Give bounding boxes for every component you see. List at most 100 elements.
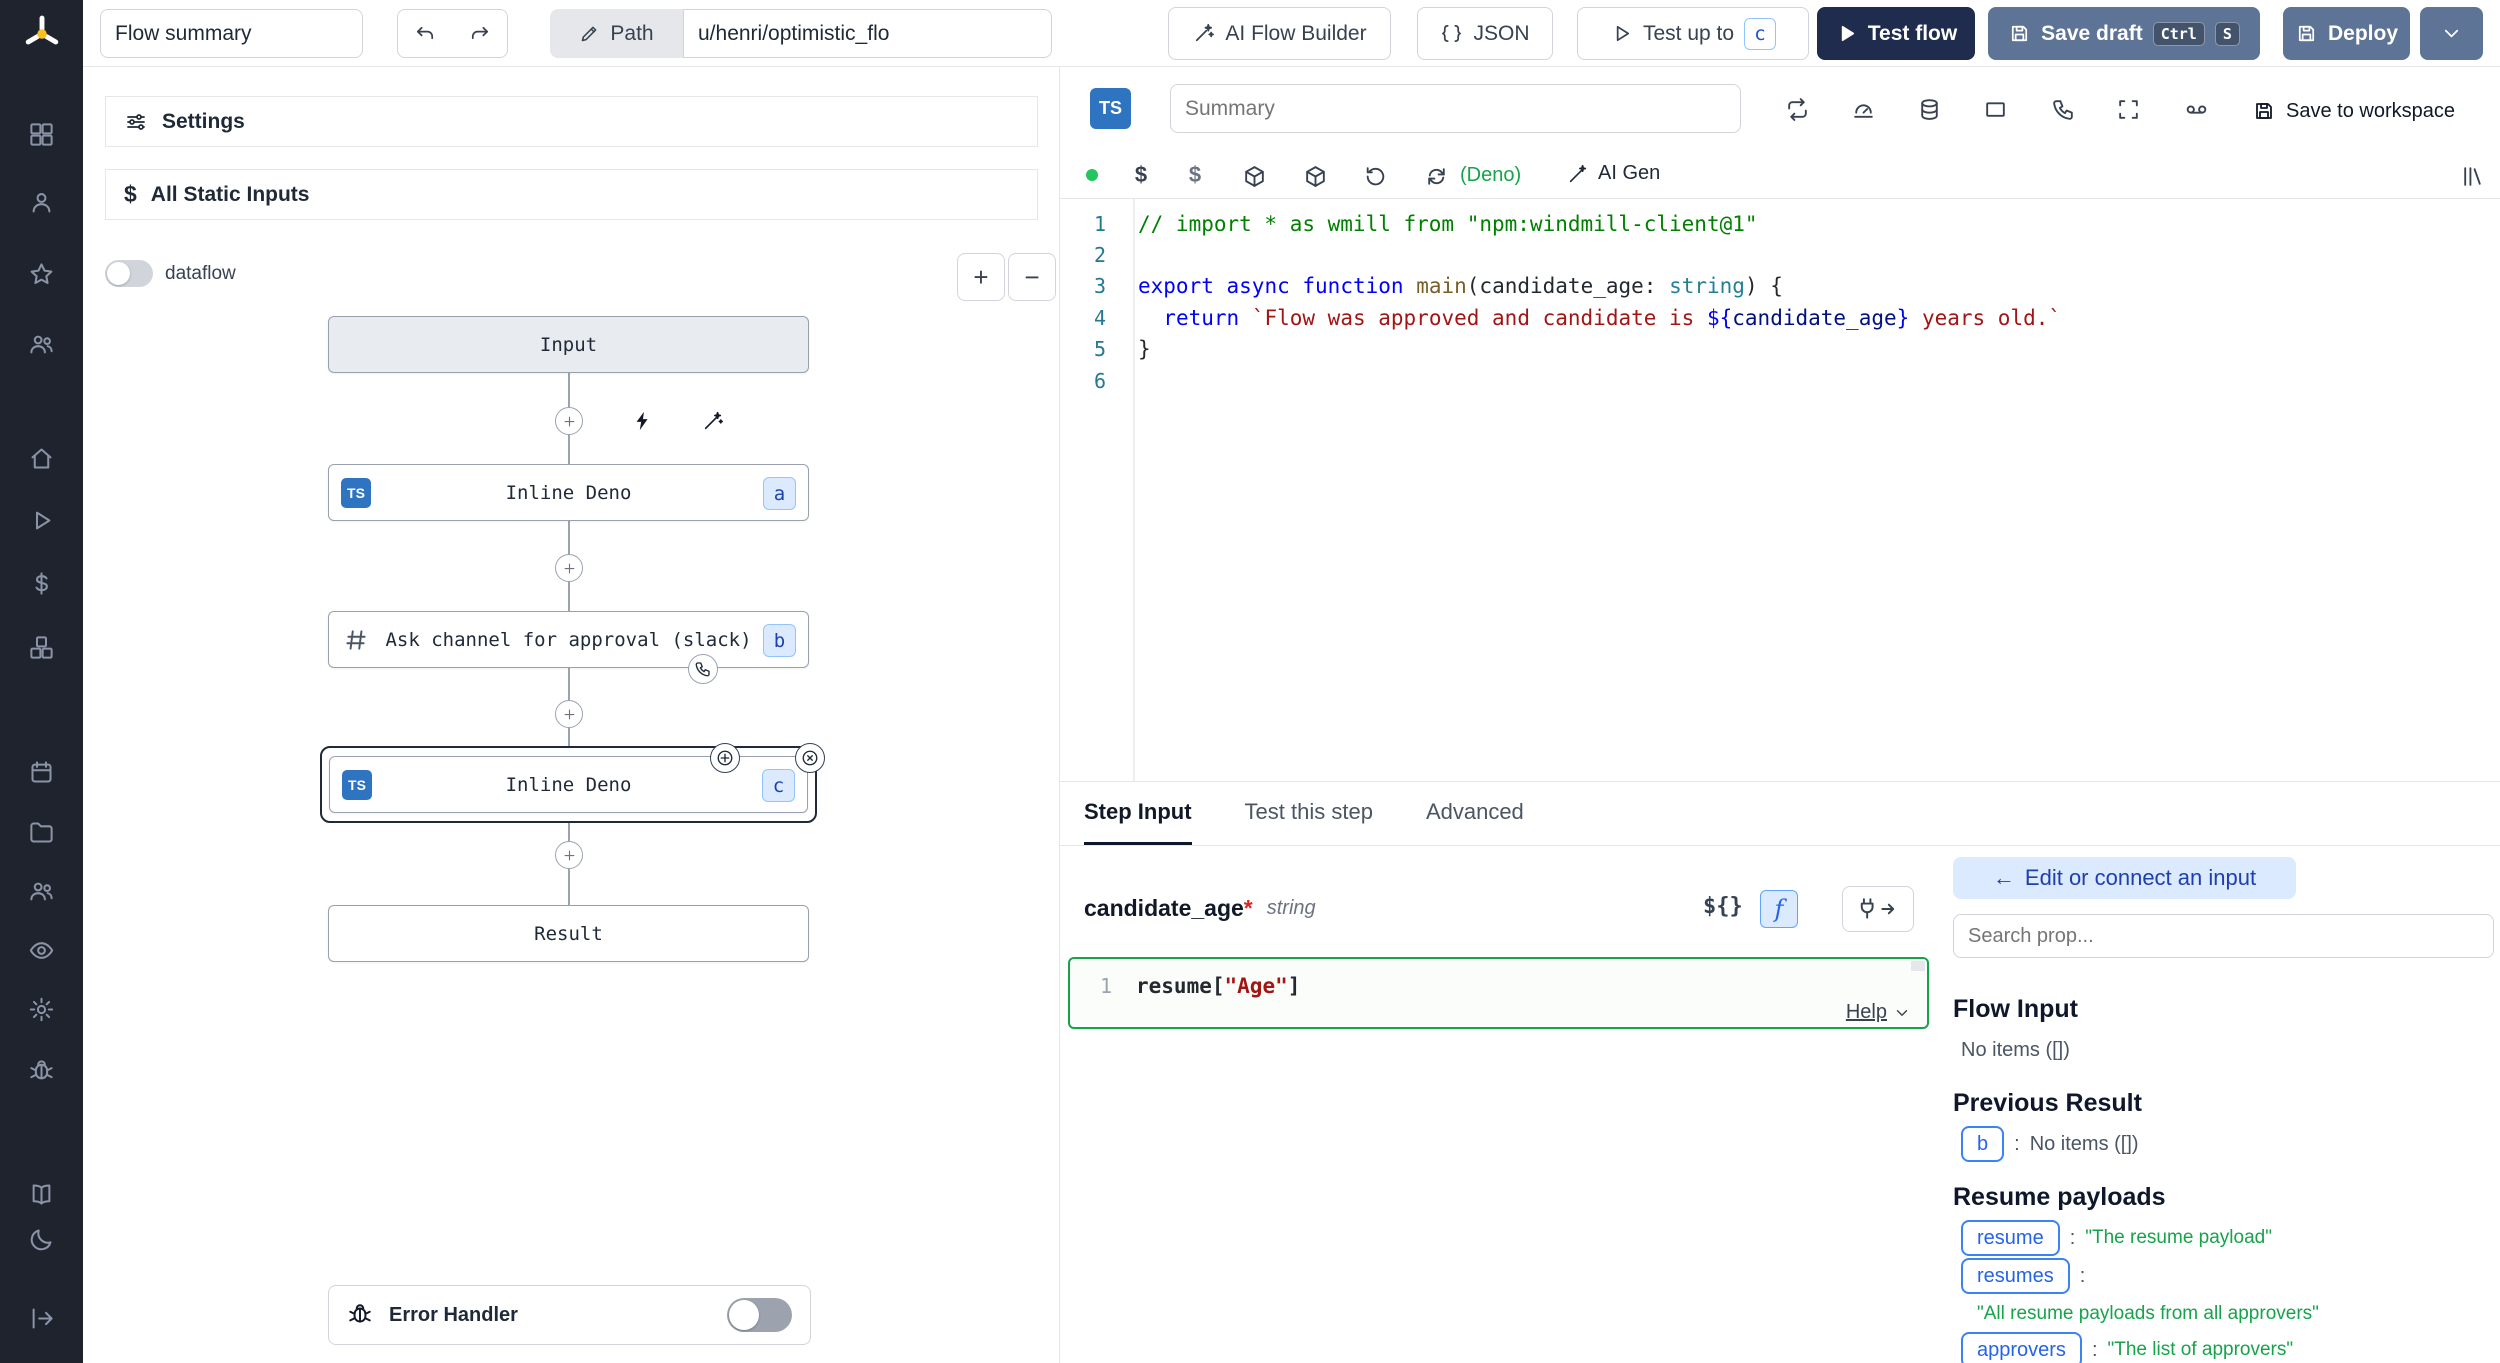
code-line: 6	[1060, 365, 2500, 396]
rectangle-icon[interactable]	[1981, 95, 2009, 123]
input-node-label: Input	[329, 317, 808, 372]
flow-summary-input[interactable]	[100, 9, 363, 58]
package-icon[interactable]	[1240, 162, 1268, 190]
home-icon[interactable]	[0, 436, 83, 480]
step-summary-input[interactable]	[1170, 84, 1741, 133]
code-editor[interactable]: 1// import * as wmill from "npm:windmill…	[1060, 199, 2500, 781]
library-icon[interactable]	[2458, 162, 2486, 190]
colon: :	[2092, 1339, 2098, 1362]
input-node[interactable]: Input	[328, 316, 809, 373]
zoom-out-button[interactable]: −	[1008, 253, 1056, 301]
flow-settings-row[interactable]: Settings	[105, 96, 1038, 147]
dollar-icon[interactable]: $	[1181, 161, 1209, 189]
windmill-logo-icon[interactable]	[0, 10, 83, 58]
dark-mode-moon-icon[interactable]	[0, 1217, 83, 1261]
all-static-inputs-row[interactable]: $ All Static Inputs	[105, 169, 1038, 220]
assign-dollar-icon[interactable]: $	[1127, 161, 1155, 189]
gauge-icon[interactable]	[1849, 95, 1877, 123]
resumes-description: "All resume payloads from all approvers"	[1977, 1303, 2319, 1325]
test-flow-button[interactable]: Test flow	[1817, 7, 1975, 60]
folders-icon[interactable]	[0, 810, 83, 854]
edit-or-connect-button[interactable]: ← Edit or connect an input	[1953, 857, 2296, 899]
resources-blocks-icon[interactable]	[0, 625, 83, 669]
function-mode-button[interactable]: f	[1760, 890, 1798, 928]
save-draft-button[interactable]: Save draft Ctrl S	[1988, 7, 2260, 60]
suspend-phone-icon[interactable]	[688, 654, 718, 684]
docs-book-icon[interactable]	[0, 1172, 83, 1216]
prop-badge-resume[interactable]: resume	[1961, 1220, 2060, 1256]
step-a-label: Inline Deno	[329, 465, 808, 520]
dataflow-toggle[interactable]	[105, 260, 153, 287]
database-icon[interactable]	[1915, 95, 1943, 123]
tab-test-this-step[interactable]: Test this step	[1245, 782, 1373, 845]
tab-step-input[interactable]: Step Input	[1084, 782, 1192, 845]
move-step-icon[interactable]	[710, 743, 740, 773]
history-icon[interactable]	[1361, 162, 1389, 190]
prop-badge-resumes[interactable]: resumes	[1961, 1258, 2070, 1294]
pencil-icon	[579, 23, 600, 44]
windmill-flow-editor: Path AI Flow Builder JSON Test up to c T…	[0, 0, 2500, 1363]
error-handler-toggle[interactable]	[727, 1298, 792, 1332]
delete-step-icon[interactable]	[795, 743, 825, 773]
prop-badge-approvers[interactable]: approvers	[1961, 1332, 2082, 1363]
groups-icon[interactable]	[0, 869, 83, 913]
search-prop-input[interactable]	[1953, 914, 2494, 958]
save-to-workspace-button[interactable]: Save to workspace	[2252, 99, 2455, 123]
star-icon[interactable]	[0, 252, 83, 296]
resumes-row: resumes :	[1961, 1258, 2085, 1294]
connect-input-button[interactable]	[1842, 886, 1914, 932]
scan-frame-icon[interactable]	[2114, 95, 2142, 123]
add-step-button[interactable]	[555, 554, 583, 582]
package-icon[interactable]	[1301, 162, 1329, 190]
bug-icon	[347, 1302, 373, 1328]
schedules-calendar-icon[interactable]	[0, 750, 83, 794]
code-text: // import * as wmill from "npm:windmill-…	[1106, 212, 1758, 236]
tab-advanced[interactable]: Advanced	[1426, 782, 1524, 845]
code-line: 3export async function main(candidate_ag…	[1060, 271, 2500, 302]
ai-flow-builder-button[interactable]: AI Flow Builder	[1168, 7, 1391, 60]
path-input[interactable]	[683, 9, 1052, 58]
selected-node-outline[interactable]: TS Inline Deno c	[320, 746, 817, 823]
voicemail-icon[interactable]	[2182, 95, 2210, 123]
path-chip[interactable]: Path	[550, 9, 683, 58]
json-button[interactable]: JSON	[1417, 7, 1553, 60]
zoom-in-button[interactable]: +	[957, 253, 1005, 301]
deploy-button[interactable]: Deploy	[2283, 7, 2410, 60]
template-expr-button[interactable]: ${}	[1703, 894, 1743, 919]
redo-button[interactable]	[452, 9, 508, 58]
undo-button[interactable]	[397, 9, 453, 58]
user-icon[interactable]	[0, 180, 83, 224]
apps-grid-icon[interactable]	[0, 112, 83, 156]
runs-play-icon[interactable]	[0, 498, 83, 542]
refresh-icon[interactable]	[1422, 162, 1450, 190]
trigger-bolt-icon[interactable]	[629, 407, 657, 435]
result-node[interactable]: Result	[328, 905, 809, 962]
deploy-dropdown-button[interactable]	[2420, 7, 2483, 60]
users-icon[interactable]	[0, 322, 83, 366]
step-b-node[interactable]: Ask channel for approval (slack) b	[328, 611, 809, 668]
add-step-button[interactable]	[555, 700, 583, 728]
restart-loop-icon[interactable]	[1783, 95, 1811, 123]
ai-gen-button[interactable]: AI Gen	[1567, 162, 1660, 185]
settings-gear-icon[interactable]	[0, 987, 83, 1031]
expand-sidebar-icon[interactable]	[0, 1296, 83, 1340]
ai-wand-icon[interactable]	[699, 407, 727, 435]
add-step-button[interactable]	[555, 841, 583, 869]
phone-icon[interactable]	[2049, 95, 2077, 123]
save-draft-label: Save draft	[2041, 22, 2143, 46]
error-handler-row[interactable]: Error Handler	[328, 1285, 811, 1345]
play-icon	[1835, 22, 1858, 45]
expression-editor[interactable]: 1 resume["Age"] Help	[1068, 957, 1929, 1029]
variables-dollar-icon[interactable]	[0, 561, 83, 605]
resume-payloads-title: Resume payloads	[1953, 1183, 2166, 1212]
help-link[interactable]: Help	[1846, 1001, 1911, 1024]
workers-bug-icon[interactable]	[0, 1049, 83, 1093]
prop-badge-b[interactable]: b	[1961, 1126, 2004, 1162]
step-a-node[interactable]: TS Inline Deno a	[328, 464, 809, 521]
audit-eye-icon[interactable]	[0, 928, 83, 972]
add-step-button[interactable]	[555, 407, 583, 435]
previous-result-empty: No items ([])	[2030, 1133, 2139, 1156]
test-up-to-button[interactable]: Test up to c	[1577, 7, 1809, 60]
play-icon	[1610, 22, 1633, 45]
all-static-inputs-label: All Static Inputs	[151, 183, 310, 207]
